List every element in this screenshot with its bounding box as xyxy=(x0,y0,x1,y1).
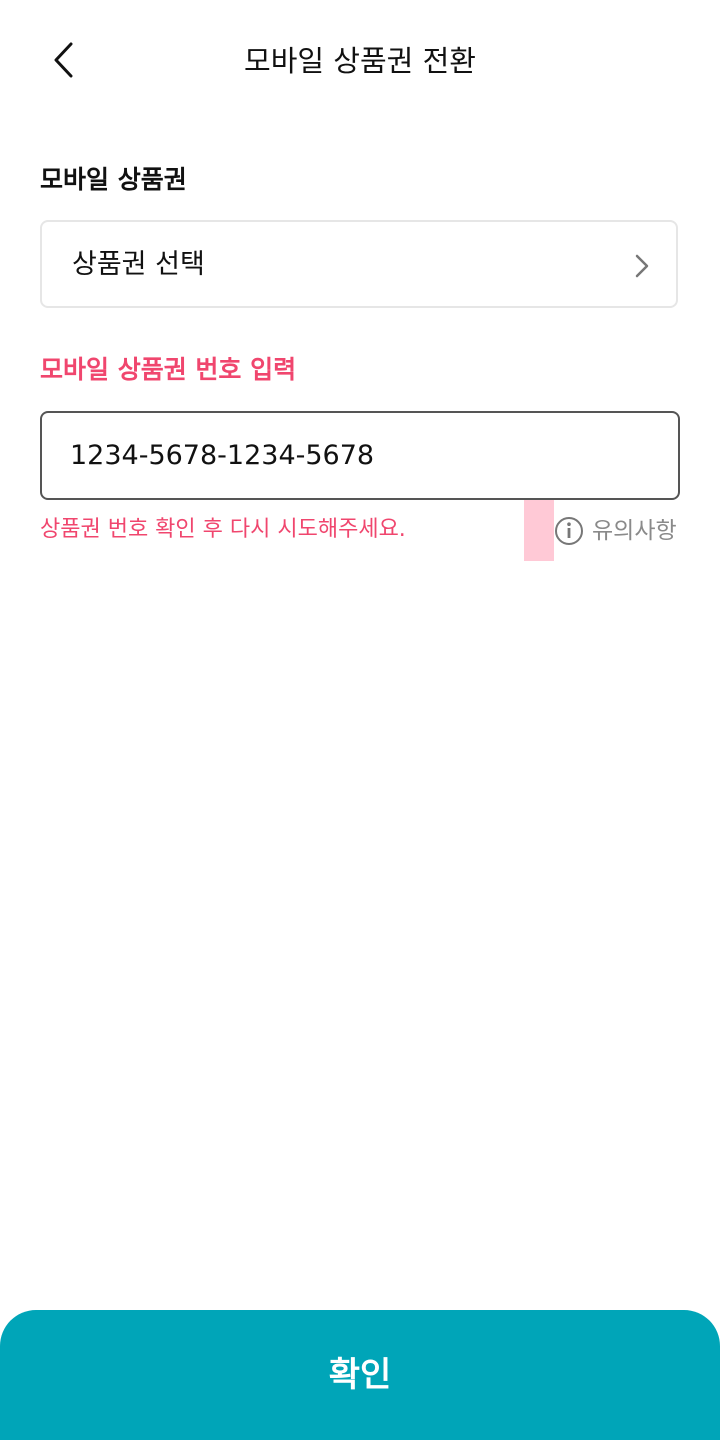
notice-link[interactable]: 유의사항 xyxy=(554,514,677,548)
error-message: 상품권 번호 확인 후 다시 시도해주세요. xyxy=(40,517,406,542)
highlight-marker xyxy=(524,500,554,561)
confirm-button[interactable]: 확인 xyxy=(0,1310,720,1440)
gift-card-label: 모바일 상품권 xyxy=(40,165,187,194)
app-header: 모바일 상품권 전환 xyxy=(0,0,720,120)
gift-card-select-text: 상품권 선택 xyxy=(72,249,205,280)
gift-card-number-label: 모바일 상품권 번호 입력 xyxy=(40,355,297,384)
info-icon xyxy=(555,517,583,545)
gift-card-select[interactable]: 상품권 선택 xyxy=(40,220,678,308)
gift-card-number-input[interactable] xyxy=(70,433,650,477)
notice-label: 유의사항 xyxy=(592,518,677,544)
gift-card-number-field[interactable] xyxy=(40,411,680,500)
page-title: 모바일 상품권 전환 xyxy=(244,44,476,78)
confirm-button-label: 확인 xyxy=(328,1355,392,1395)
chevron-right-icon xyxy=(635,254,649,278)
